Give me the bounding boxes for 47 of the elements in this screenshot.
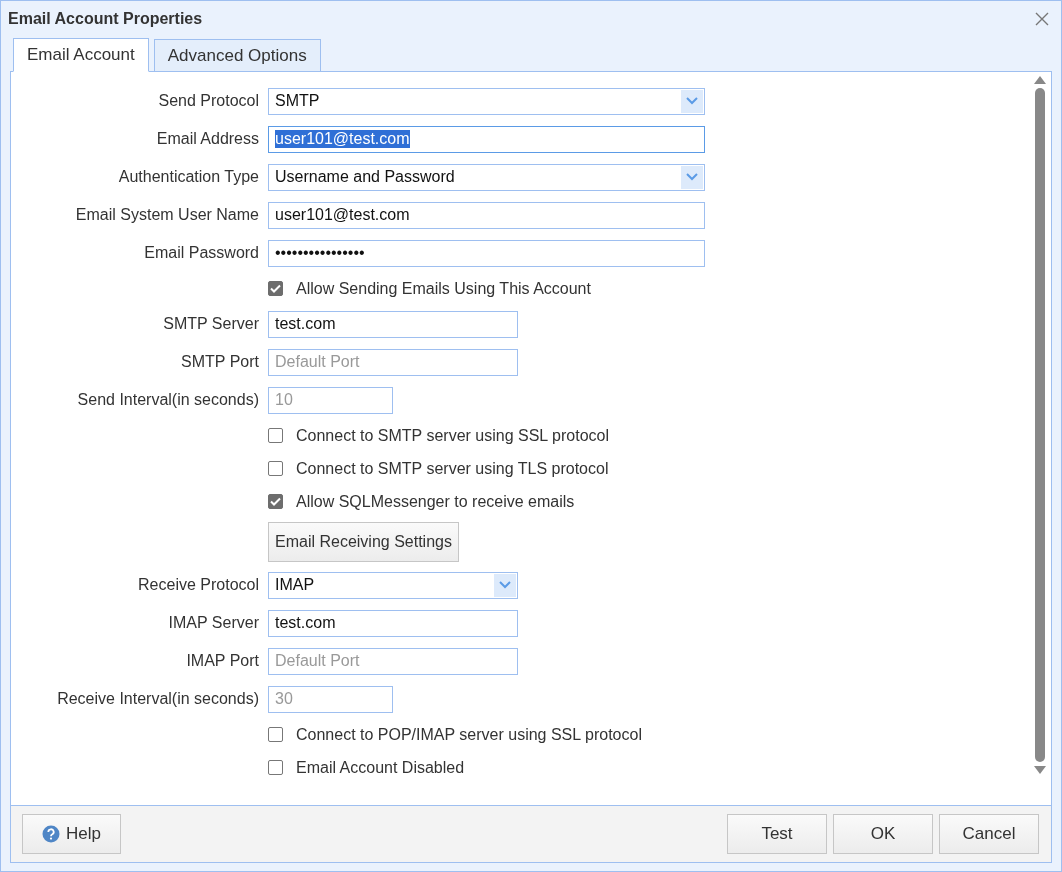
dropdown[interactable]: IMAP [268, 571, 518, 599]
scroll-up-icon[interactable] [1034, 76, 1046, 84]
window-title: Email Account Properties [8, 10, 203, 28]
password-field[interactable]: •••••••••••••••• [268, 239, 705, 267]
field-label: IMAP Port [185, 652, 259, 670]
checkbox-label: Connect to SMTP server using SSL protocol [296, 426, 610, 445]
field-label: Send Interval(in seconds) [76, 391, 259, 409]
input-field[interactable]: user101@test.com [268, 125, 705, 153]
input-field[interactable]: test.com [268, 310, 518, 338]
field-label: Email Password [143, 244, 259, 262]
dialog-button[interactable]: OK [833, 814, 933, 854]
field-label: IMAP Server [167, 614, 259, 632]
input-field[interactable]: test.com [268, 609, 518, 637]
checkbox[interactable] [268, 281, 283, 296]
checkbox-label: Connect to POP/IMAP server using SSL protocol [296, 725, 642, 744]
field-label: Receive Protocol [137, 576, 259, 594]
checkbox[interactable] [268, 461, 283, 476]
checkbox-label: Allow Sending Emails Using This Account [296, 279, 591, 298]
dialog-button[interactable]: Cancel [939, 814, 1039, 854]
close-button[interactable] [1033, 10, 1051, 28]
field-label: Email System User Name [74, 206, 259, 224]
field-label: SMTP Server [162, 315, 259, 333]
scroll-down-icon[interactable] [1034, 766, 1046, 774]
field-label: Email Address [155, 130, 259, 148]
caret-icon [686, 173, 698, 181]
tab[interactable]: Email Account [13, 38, 149, 72]
tab[interactable]: Advanced Options [153, 39, 321, 71]
checkbox[interactable] [268, 428, 283, 443]
field-label: Send Protocol [157, 92, 259, 110]
caret-icon [499, 581, 511, 589]
help-icon [42, 825, 60, 843]
field-label: Receive Interval(in seconds) [56, 690, 259, 708]
input-field[interactable]: user101@test.com [268, 201, 705, 229]
dropdown[interactable]: SMTP [268, 87, 705, 115]
field-label: Authentication Type [117, 168, 259, 186]
receiving-settings-button[interactable]: Email Receiving Settings [268, 522, 459, 562]
help-button[interactable]: Help [22, 814, 121, 854]
checkbox-label: Connect to SMTP server using TLS protocol [296, 459, 609, 478]
dialog-button[interactable]: Test [727, 814, 827, 854]
checkbox-label: Allow SQLMessenger to receive emails [296, 492, 575, 511]
checkbox[interactable] [268, 494, 283, 509]
caret-icon [686, 97, 698, 105]
checkbox-label: Email Account Disabled [296, 758, 465, 777]
dropdown[interactable]: Username and Password [268, 163, 705, 191]
field-label: SMTP Port [180, 353, 259, 371]
checkbox[interactable] [268, 760, 283, 775]
checkbox[interactable] [268, 727, 283, 742]
